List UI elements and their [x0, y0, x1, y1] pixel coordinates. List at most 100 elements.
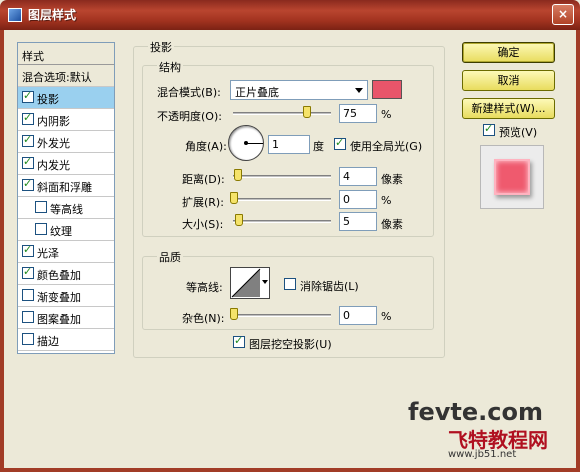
- opacity-slider[interactable]: [233, 112, 331, 115]
- shadow-color-swatch[interactable]: [372, 80, 402, 99]
- style-item-checkbox[interactable]: [22, 111, 34, 125]
- ok-button[interactable]: 确定: [462, 42, 555, 63]
- drop-shadow-title: 投影: [148, 39, 174, 55]
- antialias-label: 消除锯齿(L): [300, 280, 359, 293]
- distance-slider[interactable]: [233, 175, 331, 178]
- spread-slider[interactable]: [233, 198, 331, 201]
- style-item-checkbox[interactable]: [35, 223, 47, 235]
- style-item-label: 内阴影: [37, 115, 70, 128]
- style-item[interactable]: 图案叠加: [18, 307, 114, 329]
- size-unit: 像素: [381, 218, 403, 231]
- style-item-checkbox[interactable]: [22, 243, 34, 257]
- noise-label: 杂色(N):: [182, 312, 225, 325]
- angle-input[interactable]: 1: [268, 135, 310, 154]
- style-item[interactable]: 外发光: [18, 131, 114, 153]
- blend-mode-value: 正片叠底: [235, 86, 279, 99]
- spread-unit: %: [381, 194, 392, 207]
- style-item-checkbox[interactable]: [22, 265, 34, 279]
- global-light-label: 使用全局光(G): [350, 140, 423, 153]
- style-item[interactable]: 斜面和浮雕: [18, 175, 114, 197]
- style-item[interactable]: 颜色叠加: [18, 263, 114, 285]
- title-bar: 图层样式 ×: [0, 0, 580, 30]
- blend-options-item[interactable]: 混合选项:默认: [18, 65, 114, 87]
- noise-slider[interactable]: [233, 314, 331, 317]
- style-item-checkbox[interactable]: [35, 201, 47, 213]
- angle-dial-needle: [246, 143, 263, 144]
- style-item-label: 渐变叠加: [37, 291, 81, 304]
- preview-label: 预览(V): [499, 126, 538, 139]
- size-slider[interactable]: [233, 220, 331, 223]
- style-item[interactable]: 内发光: [18, 153, 114, 175]
- size-label: 大小(S):: [182, 218, 224, 231]
- contour-dropdown-icon[interactable]: [262, 280, 268, 284]
- noise-slider-thumb[interactable]: [230, 308, 238, 320]
- knockout-checkbox[interactable]: [233, 334, 245, 348]
- spread-slider-thumb[interactable]: [230, 192, 238, 204]
- style-item-checkbox[interactable]: [22, 89, 34, 103]
- window-frame-left: [0, 30, 4, 472]
- style-item-label: 颜色叠加: [37, 269, 81, 282]
- style-item-checkbox[interactable]: [22, 155, 34, 169]
- cancel-button[interactable]: 取消: [462, 70, 555, 91]
- chevron-down-icon: [355, 88, 363, 93]
- blend-mode-select[interactable]: 正片叠底: [230, 80, 368, 100]
- size-slider-thumb[interactable]: [235, 214, 243, 226]
- blend-mode-label: 混合模式(B):: [157, 86, 221, 99]
- style-item-checkbox[interactable]: [22, 333, 34, 345]
- size-input[interactable]: 5: [339, 212, 377, 231]
- app-icon: [8, 8, 22, 22]
- style-item[interactable]: 内阴影: [18, 109, 114, 131]
- distance-slider-thumb[interactable]: [234, 169, 242, 181]
- contour-preview-icon: [231, 268, 261, 298]
- style-item-checkbox[interactable]: [22, 311, 34, 323]
- noise-unit: %: [381, 310, 392, 323]
- style-item[interactable]: 等高线: [18, 197, 114, 219]
- watermark-site: fevte.com: [408, 398, 543, 426]
- style-item-label: 光泽: [37, 247, 59, 260]
- style-item-label: 投影: [37, 93, 59, 106]
- angle-dial-center: [244, 141, 248, 145]
- opacity-input[interactable]: 75: [339, 104, 377, 123]
- window-frame-right: [576, 30, 580, 472]
- style-item-checkbox[interactable]: [22, 289, 34, 301]
- style-item-label: 纹理: [50, 225, 72, 238]
- distance-label: 距离(D):: [182, 173, 225, 186]
- antialias-checkbox[interactable]: [284, 278, 296, 290]
- noise-input[interactable]: 0: [339, 306, 377, 325]
- new-style-button[interactable]: 新建样式(W)...: [462, 98, 555, 119]
- contour-picker[interactable]: [230, 267, 270, 299]
- quality-title: 品质: [157, 249, 183, 265]
- distance-input[interactable]: 4: [339, 167, 377, 186]
- style-item-label: 等高线: [50, 203, 83, 216]
- spread-input[interactable]: 0: [339, 190, 377, 209]
- style-list-header[interactable]: 样式: [18, 43, 114, 65]
- style-item[interactable]: 描边: [18, 329, 114, 351]
- style-item[interactable]: 投影: [18, 87, 114, 109]
- close-button[interactable]: ×: [552, 4, 574, 25]
- style-preview-thumbnail: [494, 159, 530, 195]
- distance-unit: 像素: [381, 173, 403, 186]
- angle-unit: 度: [313, 140, 324, 153]
- style-item-label: 图案叠加: [37, 313, 81, 326]
- style-list: 样式 混合选项:默认 投影内阴影外发光内发光斜面和浮雕等高线纹理光泽颜色叠加渐变…: [17, 42, 115, 354]
- angle-dial[interactable]: [228, 125, 264, 161]
- style-item-checkbox[interactable]: [22, 133, 34, 147]
- style-item-label: 外发光: [37, 137, 70, 150]
- style-item[interactable]: 渐变叠加: [18, 285, 114, 307]
- contour-label: 等高线:: [186, 281, 223, 294]
- style-item-label: 斜面和浮雕: [37, 181, 92, 194]
- style-item-label: 描边: [37, 335, 59, 348]
- style-item[interactable]: 光泽: [18, 241, 114, 263]
- style-item-label: 内发光: [37, 159, 70, 172]
- window-title: 图层样式: [28, 8, 77, 22]
- global-light-checkbox[interactable]: [334, 136, 346, 150]
- style-item-checkbox[interactable]: [22, 177, 34, 191]
- style-preview: [480, 145, 544, 209]
- style-item[interactable]: 纹理: [18, 219, 114, 241]
- knockout-label: 图层挖空投影(U): [249, 338, 332, 351]
- angle-label: 角度(A):: [185, 140, 227, 153]
- opacity-label: 不透明度(O):: [157, 110, 222, 123]
- opacity-slider-thumb[interactable]: [303, 106, 311, 118]
- preview-checkbox[interactable]: [483, 122, 495, 136]
- opacity-unit: %: [381, 108, 392, 121]
